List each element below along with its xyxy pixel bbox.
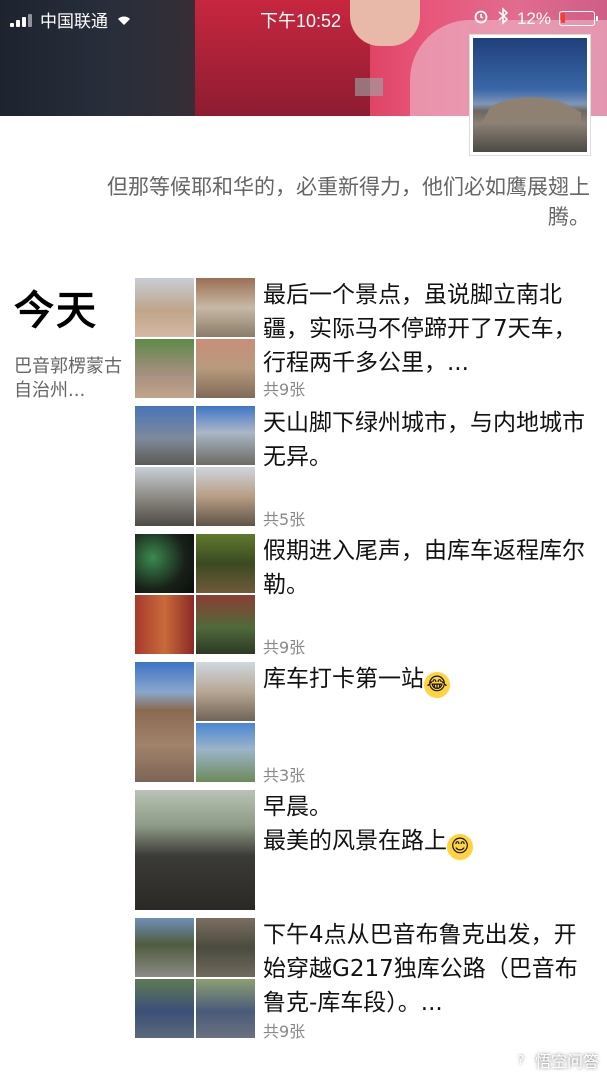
- photo-thumbnail: [196, 467, 255, 526]
- moment-post[interactable]: 最后一个景点，虽说脚立南北疆，实际马不停蹄开了7天车，行程两千多公里，... 共…: [135, 278, 595, 399]
- photo-thumbnail: [135, 406, 194, 465]
- photo-count: 共9张: [263, 1022, 306, 1041]
- photo-thumbnail: [196, 662, 255, 721]
- laughing-crying-emoji-icon: 😂: [424, 672, 450, 698]
- moment-post[interactable]: 库车打卡第一站 😂 共3张: [135, 662, 595, 785]
- profile-avatar[interactable]: [469, 34, 591, 156]
- photo-thumbnail: [135, 918, 194, 977]
- moment-post[interactable]: 下午4点从巴音布鲁克出发，开始穿越G217独库公路（巴音布鲁克-库车段）。...…: [135, 918, 595, 1041]
- photo-thumbnail: [135, 790, 255, 910]
- photo-thumbnail: [196, 723, 255, 782]
- alarm-icon: [473, 8, 489, 29]
- moment-post[interactable]: 早晨。 最美的风景在路上 😊: [135, 790, 595, 910]
- cover-blurred-patch: [355, 78, 383, 96]
- photo-grid[interactable]: [135, 790, 255, 910]
- post-text: 假期进入尾声，由库车返程库尔勒。: [263, 538, 585, 598]
- carrier-label: 中国联通: [40, 12, 108, 31]
- photo-grid[interactable]: [135, 662, 255, 782]
- post-text: 早晨。 最美的风景在路上 😊: [263, 790, 593, 860]
- photo-thumbnail: [196, 339, 255, 398]
- photo-thumbnail: [196, 918, 255, 977]
- battery-icon: [559, 11, 598, 26]
- photo-thumbnail: [135, 339, 194, 398]
- photo-grid[interactable]: [135, 534, 255, 654]
- photo-thumbnail: [196, 979, 255, 1038]
- moment-post[interactable]: 假期进入尾声，由库车返程库尔勒。 共9张: [135, 534, 595, 657]
- photo-thumbnail: [196, 534, 255, 593]
- wukong-logo-icon: ?: [510, 1050, 531, 1070]
- photo-count: 共5张: [263, 510, 306, 529]
- photo-grid[interactable]: [135, 278, 255, 398]
- photo-thumbnail: [135, 662, 194, 782]
- photo-thumbnail: [196, 278, 255, 337]
- battery-fill: [561, 13, 565, 23]
- status-bar: 中国联通 下午10:52 12%: [0, 0, 607, 34]
- battery-percent: 12%: [516, 8, 551, 28]
- photo-thumbnail: [135, 595, 194, 654]
- post-text-content: 库车打卡第一站: [263, 666, 424, 692]
- moment-post[interactable]: 天山脚下绿州城市，与内地城市无异。 共5张: [135, 406, 595, 529]
- day-label: 今天: [14, 288, 98, 334]
- post-location: 巴音郭楞蒙古自治州...: [14, 356, 122, 401]
- post-text: 下午4点从巴音布鲁克出发，开始穿越G217独库公路（巴音布鲁克-库车段）。...: [263, 922, 578, 1016]
- post-text: 天山脚下绿州城市，与内地城市无异。: [263, 410, 585, 470]
- wifi-icon: [116, 14, 132, 26]
- photo-thumbnail: [196, 406, 255, 465]
- photo-count: 共3张: [263, 766, 306, 785]
- photo-thumbnail: [135, 278, 194, 337]
- photo-thumbnail: [135, 979, 194, 1038]
- photo-grid[interactable]: [135, 918, 255, 1038]
- post-text-line: 最美的风景在路上: [263, 828, 447, 854]
- watermark: ? 悟空问答: [510, 1048, 599, 1072]
- smiling-emoji-icon: 😊: [447, 834, 473, 860]
- profile-signature: 但那等候耶和华的，必重新得力，他们必如鹰展翅上腾。: [107, 175, 590, 229]
- bluetooth-icon: [497, 7, 509, 30]
- status-time: 下午10:52: [260, 11, 342, 31]
- watermark-text: 悟空问答: [534, 1052, 599, 1071]
- post-text: 库车打卡第一站 😂: [263, 662, 593, 698]
- post-text: 最后一个景点，虽说脚立南北疆，实际马不停蹄开了7天车，行程两千多公里，...: [263, 282, 577, 376]
- photo-thumbnail: [196, 595, 255, 654]
- photo-thumbnail: [135, 534, 194, 593]
- photo-count: 共9张: [263, 638, 306, 657]
- avatar-image: [473, 38, 587, 152]
- signal-icon: [10, 13, 32, 27]
- photo-grid[interactable]: [135, 406, 255, 526]
- photo-count: 共9张: [263, 380, 306, 399]
- photo-thumbnail: [135, 467, 194, 526]
- post-text-line: 早晨。: [263, 794, 332, 820]
